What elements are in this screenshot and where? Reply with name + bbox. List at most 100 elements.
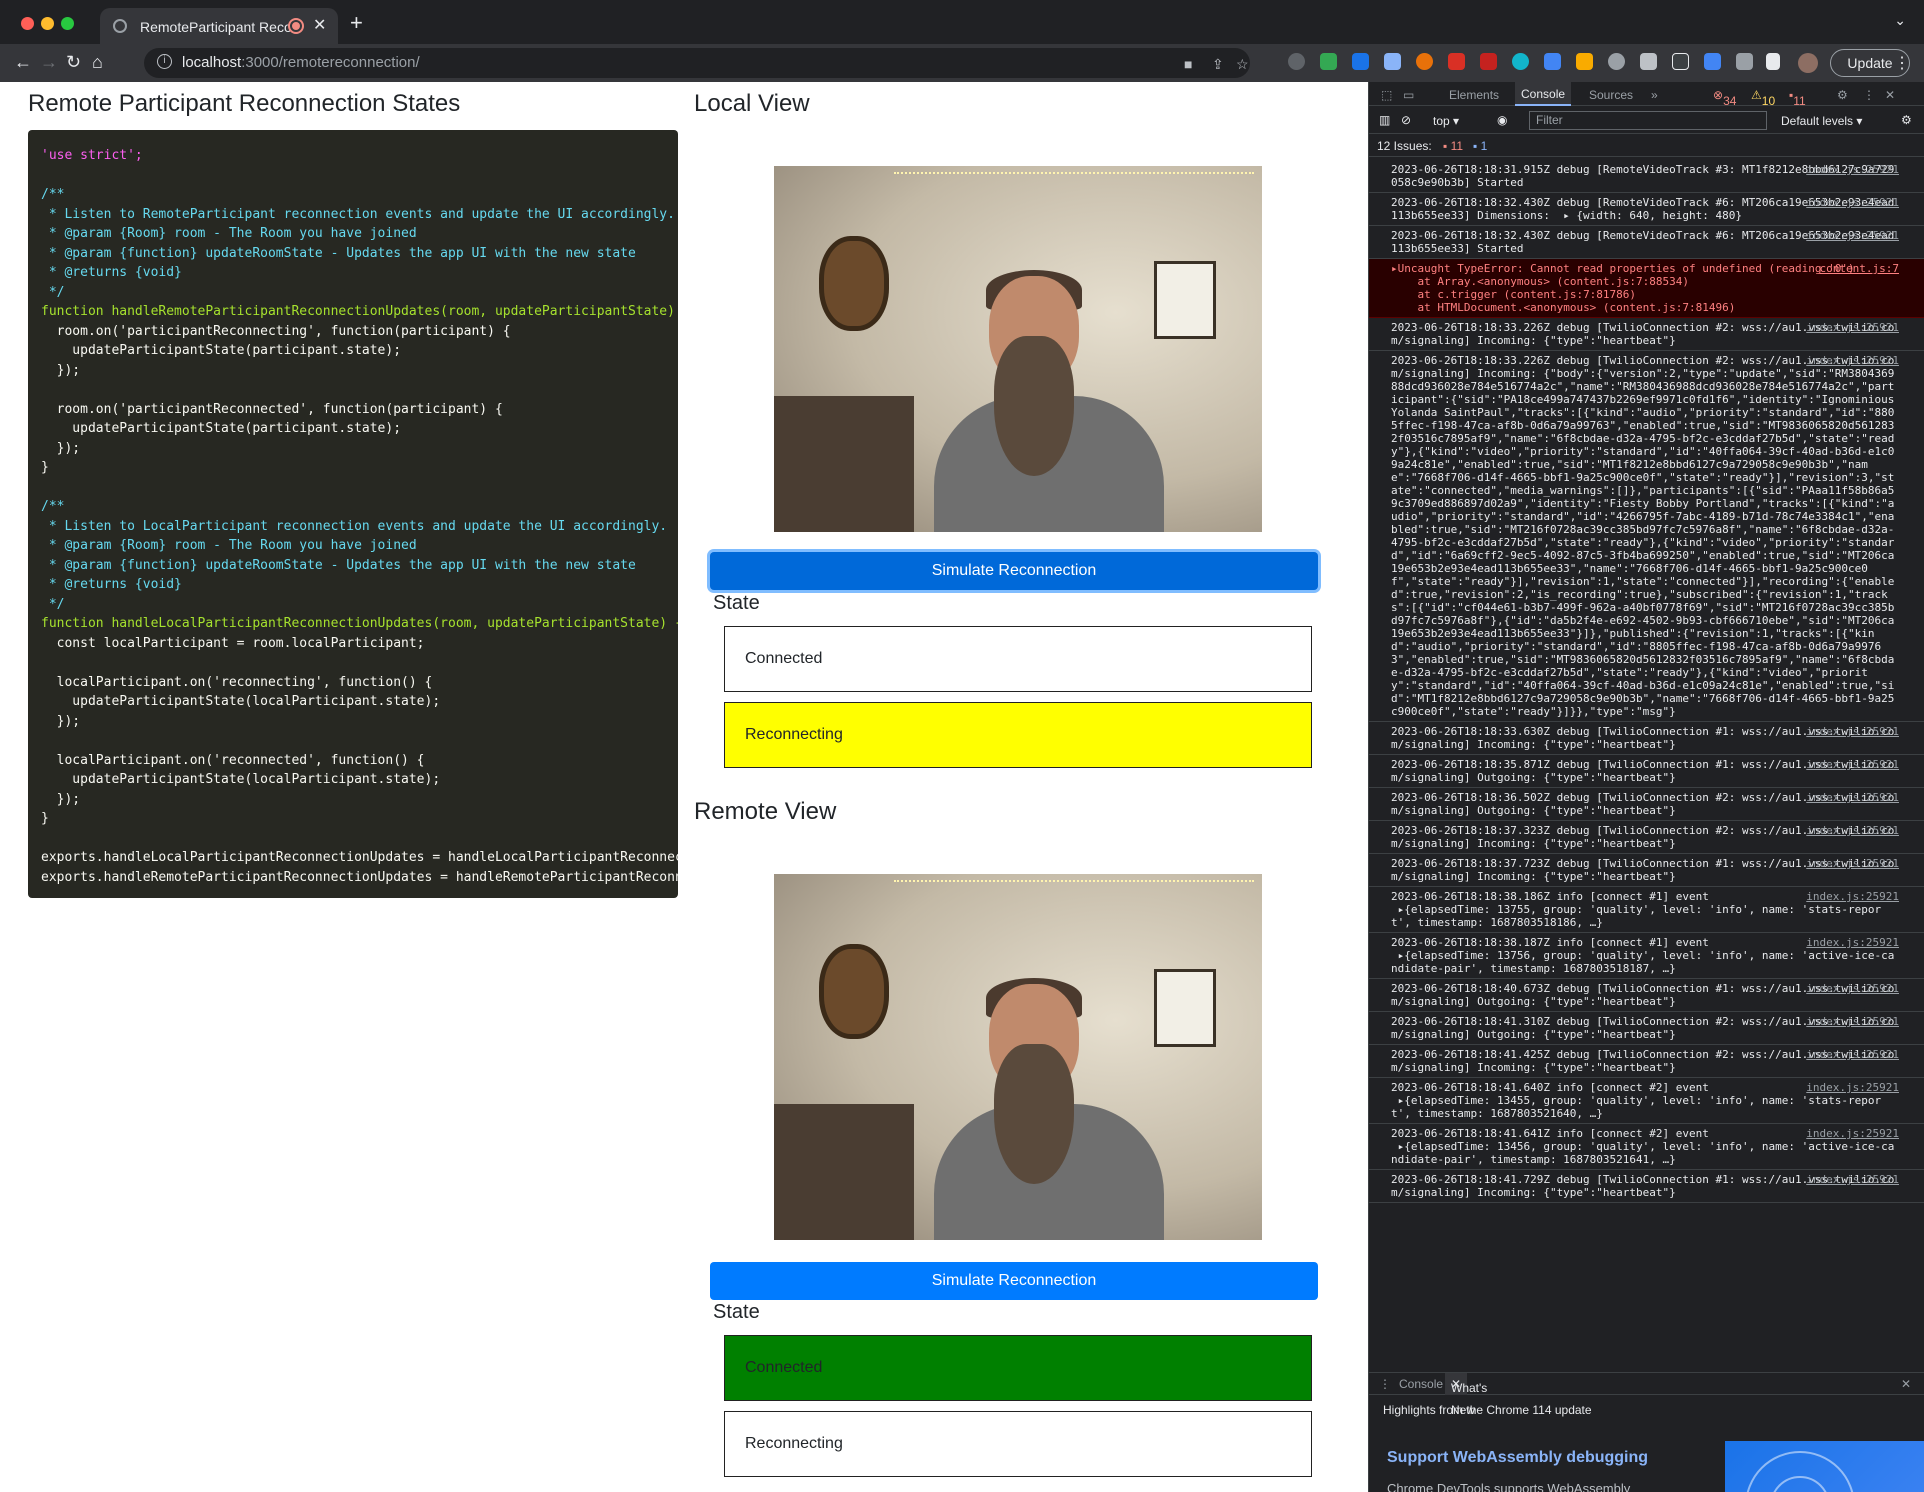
gear-icon[interactable]: ⚙ bbox=[1837, 88, 1848, 102]
log-source-link[interactable]: index.js:25921 bbox=[1806, 824, 1899, 837]
sidebar-toggle-icon[interactable]: ▥ bbox=[1379, 113, 1390, 127]
log-source-link[interactable]: index.js:25921 bbox=[1806, 890, 1899, 903]
close-tab-icon[interactable]: ✕ bbox=[313, 15, 326, 35]
remote-simulate-reconnection-button[interactable]: Simulate Reconnection bbox=[710, 1262, 1318, 1300]
log-source-link[interactable]: content.js:7 bbox=[1820, 262, 1899, 275]
console-log-entry[interactable]: 2023-06-26T18:18:37.323Z debug [TwilioCo… bbox=[1369, 821, 1924, 854]
gear-icon[interactable]: ⚙ bbox=[1901, 113, 1912, 127]
puzzle-icon[interactable] bbox=[1736, 53, 1753, 70]
console-error-entry[interactable]: ▸Uncaught TypeError: Cannot read propert… bbox=[1369, 259, 1924, 318]
log-source-link[interactable]: index.js:25921 bbox=[1806, 1015, 1899, 1028]
extension-icon[interactable] bbox=[1352, 53, 1369, 70]
context-select[interactable]: top ▾ bbox=[1433, 114, 1459, 128]
bookmark-star-icon[interactable]: ☆ bbox=[1236, 56, 1249, 73]
log-source-link[interactable]: index.js:25921 bbox=[1806, 857, 1899, 870]
console-log-entry[interactable]: 2023-06-26T18:18:31.915Z debug [RemoteVi… bbox=[1369, 160, 1924, 193]
console-log-entry[interactable]: 2023-06-26T18:18:41.729Z debug [TwilioCo… bbox=[1369, 1170, 1924, 1203]
extension-icon[interactable] bbox=[1480, 53, 1497, 70]
site-info-icon[interactable]: i bbox=[157, 54, 172, 69]
extension-icon[interactable] bbox=[1448, 53, 1465, 70]
console-log-entry[interactable]: 2023-06-26T18:18:36.502Z debug [TwilioCo… bbox=[1369, 788, 1924, 821]
issues-count-badge[interactable]: ▪ 11 bbox=[1789, 88, 1806, 108]
issues-bar[interactable]: 12 Issues: ▪ 11 ▪ 1 bbox=[1369, 135, 1924, 157]
drawer-menu-icon[interactable]: ⋮ bbox=[1379, 1377, 1391, 1391]
tab-console[interactable]: Console bbox=[1515, 82, 1572, 106]
log-source-link[interactable]: index.js:25921 bbox=[1806, 1081, 1899, 1094]
kebab-menu-icon[interactable]: ⋮ bbox=[1894, 53, 1910, 73]
avatar[interactable] bbox=[1798, 53, 1818, 73]
reload-icon[interactable]: ↻ bbox=[66, 52, 81, 73]
url-text[interactable]: localhost:3000/remotereconnection/ bbox=[182, 54, 420, 71]
whats-new-video-thumbnail[interactable]: ▶ bbox=[1725, 1441, 1924, 1492]
clear-console-icon[interactable]: ⊘ bbox=[1401, 113, 1411, 127]
console-log-entry[interactable]: 2023-06-26T18:18:41.641Z info [connect #… bbox=[1369, 1124, 1924, 1170]
console-log-entry[interactable]: 2023-06-26T18:18:33.226Z debug [TwilioCo… bbox=[1369, 351, 1924, 722]
console-log-entry[interactable]: 2023-06-26T18:18:41.640Z info [connect #… bbox=[1369, 1078, 1924, 1124]
log-source-link[interactable]: index.js:25921 bbox=[1806, 196, 1899, 209]
tab-sources[interactable]: Sources bbox=[1589, 88, 1633, 102]
extension-icon[interactable] bbox=[1672, 53, 1689, 70]
log-source-link[interactable]: index.js:25921 bbox=[1806, 1127, 1899, 1140]
extension-icon[interactable] bbox=[1640, 53, 1657, 70]
log-source-link[interactable]: index.js:25921 bbox=[1806, 982, 1899, 995]
console-log-entry[interactable]: 2023-06-26T18:18:35.871Z debug [TwilioCo… bbox=[1369, 755, 1924, 788]
minimize-window-icon[interactable] bbox=[41, 17, 54, 30]
drawer-tab-console[interactable]: Console bbox=[1399, 1377, 1443, 1391]
extension-icon[interactable] bbox=[1320, 53, 1337, 70]
extension-icon[interactable] bbox=[1416, 53, 1433, 70]
log-source-link[interactable]: index.js:25921 bbox=[1806, 1173, 1899, 1186]
local-simulate-reconnection-button[interactable]: Simulate Reconnection bbox=[710, 552, 1318, 590]
extension-icon[interactable] bbox=[1544, 53, 1561, 70]
side-panel-icon[interactable] bbox=[1766, 53, 1780, 70]
extension-icon[interactable] bbox=[1288, 53, 1305, 70]
share-icon[interactable]: ⇪ bbox=[1212, 56, 1224, 73]
console-filter-input[interactable]: Filter bbox=[1529, 111, 1767, 130]
console-log-entry[interactable]: 2023-06-26T18:18:33.630Z debug [TwilioCo… bbox=[1369, 722, 1924, 755]
forward-icon[interactable]: → bbox=[40, 52, 58, 73]
log-source-link[interactable]: index.js:25921 bbox=[1806, 163, 1899, 176]
back-icon[interactable]: ← bbox=[14, 52, 32, 73]
extension-icon[interactable] bbox=[1576, 53, 1593, 70]
whats-new-title[interactable]: Support WebAssembly debugging bbox=[1387, 1449, 1648, 1467]
console-log-entry[interactable]: 2023-06-26T18:18:33.226Z debug [TwilioCo… bbox=[1369, 318, 1924, 351]
home-icon[interactable]: ⌂ bbox=[92, 52, 103, 73]
chevron-down-icon[interactable]: ⌄ bbox=[1894, 12, 1906, 29]
extension-icon[interactable] bbox=[1608, 53, 1625, 70]
more-tabs-icon[interactable]: » bbox=[1651, 88, 1658, 102]
device-toolbar-icon[interactable]: ▭ bbox=[1403, 88, 1414, 102]
error-count-badge[interactable]: ⊗ 34 bbox=[1713, 88, 1736, 108]
console-log-entry[interactable]: 2023-06-26T18:18:37.723Z debug [TwilioCo… bbox=[1369, 854, 1924, 887]
console-log-entry[interactable]: 2023-06-26T18:18:32.430Z debug [RemoteVi… bbox=[1369, 226, 1924, 259]
camera-icon[interactable]: ■ bbox=[1184, 56, 1192, 72]
new-tab-button[interactable]: + bbox=[350, 10, 363, 36]
extension-icon[interactable] bbox=[1384, 53, 1401, 70]
log-source-link[interactable]: index.js:25921 bbox=[1806, 1048, 1899, 1061]
drawer-tab-whats-new[interactable]: What's New ✕ bbox=[1445, 1373, 1487, 1417]
extension-icon[interactable] bbox=[1704, 53, 1721, 70]
extension-icon[interactable] bbox=[1512, 53, 1529, 70]
console-log-entry[interactable]: 2023-06-26T18:18:41.310Z debug [TwilioCo… bbox=[1369, 1012, 1924, 1045]
log-source-link[interactable]: index.js:25921 bbox=[1806, 229, 1899, 242]
inspect-icon[interactable]: ⬚ bbox=[1381, 88, 1392, 102]
eye-icon[interactable]: ◉ bbox=[1497, 113, 1507, 127]
tab-elements[interactable]: Elements bbox=[1449, 88, 1499, 102]
log-source-link[interactable]: index.js:25921 bbox=[1806, 725, 1899, 738]
log-source-link[interactable]: index.js:25921 bbox=[1806, 791, 1899, 804]
log-source-link[interactable]: index.js:25921 bbox=[1806, 936, 1899, 949]
log-source-link[interactable]: index.js:25921 bbox=[1806, 321, 1899, 334]
log-levels-select[interactable]: Default levels ▾ bbox=[1781, 114, 1862, 128]
warning-count-badge[interactable]: ⚠ 10 bbox=[1751, 88, 1775, 108]
log-source-link[interactable]: index.js:25921 bbox=[1806, 758, 1899, 771]
close-icon[interactable]: ✕ bbox=[1885, 88, 1895, 102]
console-log-entry[interactable]: 2023-06-26T18:18:38.187Z info [connect #… bbox=[1369, 933, 1924, 979]
address-bar[interactable]: i localhost:3000/remotereconnection/ ■ ⇪… bbox=[144, 48, 1250, 78]
kebab-menu-icon[interactable]: ⋮ bbox=[1863, 88, 1875, 102]
close-window-icon[interactable] bbox=[21, 17, 34, 30]
close-icon[interactable]: ✕ bbox=[1901, 1377, 1911, 1391]
console-log-entry[interactable]: 2023-06-26T18:18:41.425Z debug [TwilioCo… bbox=[1369, 1045, 1924, 1078]
console-log-entry[interactable]: 2023-06-26T18:18:38.186Z info [connect #… bbox=[1369, 887, 1924, 933]
browser-tab[interactable]: RemoteParticipant Reconnection ✕ bbox=[100, 8, 338, 44]
maximize-window-icon[interactable] bbox=[61, 17, 74, 30]
console-log-entry[interactable]: 2023-06-26T18:18:32.430Z debug [RemoteVi… bbox=[1369, 193, 1924, 226]
console-log-entry[interactable]: 2023-06-26T18:18:40.673Z debug [TwilioCo… bbox=[1369, 979, 1924, 1012]
